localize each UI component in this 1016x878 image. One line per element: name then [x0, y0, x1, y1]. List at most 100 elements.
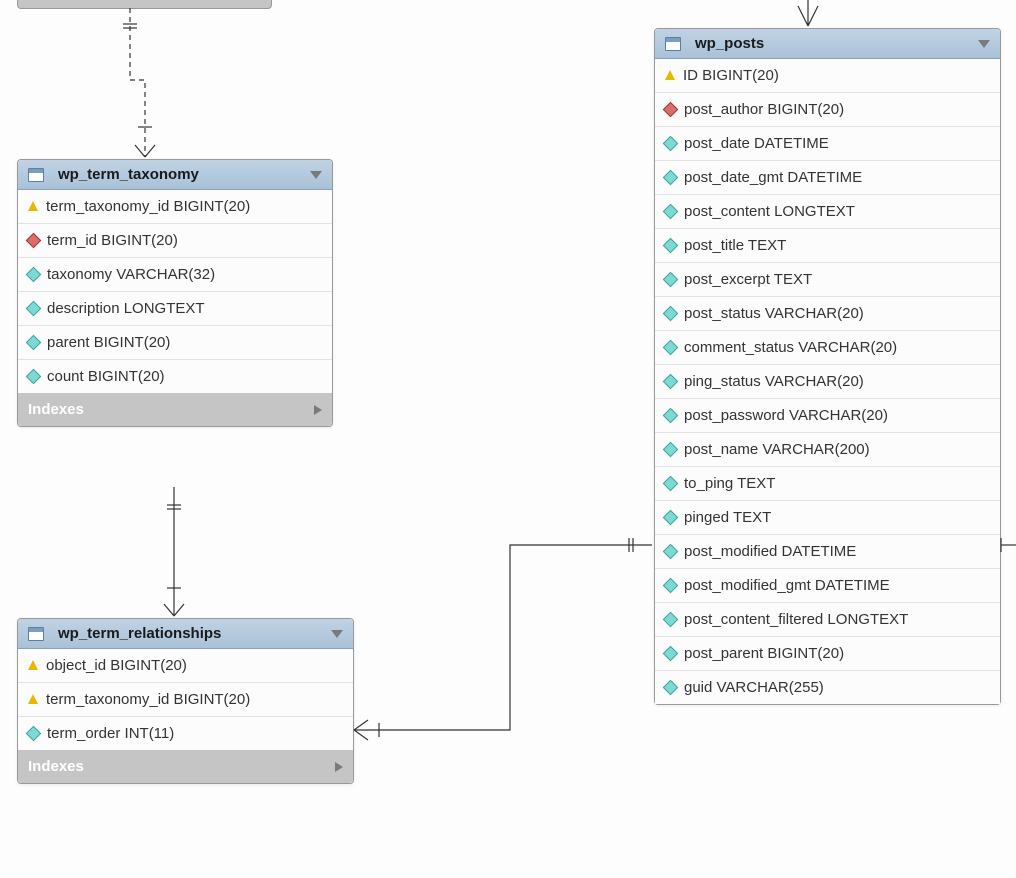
table-wp-term-relationships[interactable]: wp_term_relationships object_id BIGINT(2…	[17, 618, 354, 784]
column-label: ping_status VARCHAR(20)	[684, 373, 864, 390]
column-label: post_modified_gmt DATETIME	[684, 577, 890, 594]
column-label: post_content LONGTEXT	[684, 203, 855, 220]
table-icon	[665, 37, 681, 51]
column-label: term_id BIGINT(20)	[47, 232, 178, 249]
table-header[interactable]: wp_posts	[655, 29, 1000, 59]
column-row[interactable]: term_order INT(11)	[18, 717, 353, 750]
column-row[interactable]: post_title TEXT	[655, 229, 1000, 263]
column-row[interactable]: ID BIGINT(20)	[655, 59, 1000, 93]
column-row[interactable]: post_modified_gmt DATETIME	[655, 569, 1000, 603]
column-row[interactable]: taxonomy VARCHAR(32)	[18, 258, 332, 292]
table-wp-term-taxonomy[interactable]: wp_term_taxonomy term_taxonomy_id BIGINT…	[17, 159, 333, 427]
column-label: post_name VARCHAR(200)	[684, 441, 870, 458]
column-icon	[26, 301, 42, 317]
column-icon	[663, 408, 679, 424]
column-row[interactable]: post_password VARCHAR(20)	[655, 399, 1000, 433]
column-row[interactable]: description LONGTEXT	[18, 292, 332, 326]
column-row[interactable]: guid VARCHAR(255)	[655, 671, 1000, 704]
expand-icon[interactable]	[335, 762, 343, 772]
column-label: post_content_filtered LONGTEXT	[684, 611, 908, 628]
column-icon	[26, 726, 42, 742]
primary-key-icon	[28, 201, 38, 211]
column-icon	[663, 306, 679, 322]
column-row[interactable]: post_content_filtered LONGTEXT	[655, 603, 1000, 637]
column-label: post_title TEXT	[684, 237, 786, 254]
column-label: comment_status VARCHAR(20)	[684, 339, 897, 356]
column-icon	[663, 680, 679, 696]
column-label: post_status VARCHAR(20)	[684, 305, 864, 322]
column-label: object_id BIGINT(20)	[46, 657, 187, 674]
table-title: wp_term_relationships	[58, 625, 331, 642]
column-label: post_password VARCHAR(20)	[684, 407, 888, 424]
column-row[interactable]: post_excerpt TEXT	[655, 263, 1000, 297]
column-row[interactable]: comment_status VARCHAR(20)	[655, 331, 1000, 365]
indexes-row[interactable]: Indexes	[18, 750, 353, 783]
column-row[interactable]: post_author BIGINT(20)	[655, 93, 1000, 127]
column-label: description LONGTEXT	[47, 300, 205, 317]
column-icon	[663, 612, 679, 628]
column-row[interactable]: post_modified DATETIME	[655, 535, 1000, 569]
column-icon	[663, 510, 679, 526]
column-row[interactable]: term_taxonomy_id BIGINT(20)	[18, 190, 332, 224]
column-label: count BIGINT(20)	[47, 368, 165, 385]
column-icon	[663, 238, 679, 254]
column-row[interactable]: to_ping TEXT	[655, 467, 1000, 501]
expand-icon[interactable]	[314, 405, 322, 415]
column-label: post_author BIGINT(20)	[684, 101, 844, 118]
column-label: pinged TEXT	[684, 509, 771, 526]
column-label: parent BIGINT(20)	[47, 334, 170, 351]
column-row[interactable]: pinged TEXT	[655, 501, 1000, 535]
table-header[interactable]: wp_term_relationships	[18, 619, 353, 649]
column-row[interactable]: count BIGINT(20)	[18, 360, 332, 393]
column-icon	[663, 340, 679, 356]
collapse-icon[interactable]	[331, 630, 343, 638]
column-row[interactable]: post_name VARCHAR(200)	[655, 433, 1000, 467]
column-row[interactable]: ping_status VARCHAR(20)	[655, 365, 1000, 399]
column-icon	[663, 204, 679, 220]
column-label: term_taxonomy_id BIGINT(20)	[46, 198, 250, 215]
column-row[interactable]: post_parent BIGINT(20)	[655, 637, 1000, 671]
column-label: guid VARCHAR(255)	[684, 679, 824, 696]
column-row[interactable]: object_id BIGINT(20)	[18, 649, 353, 683]
indexes-label: Indexes	[28, 758, 84, 775]
column-icon	[663, 442, 679, 458]
collapse-icon[interactable]	[310, 171, 322, 179]
table-title: wp_posts	[695, 35, 978, 52]
column-row[interactable]: post_content LONGTEXT	[655, 195, 1000, 229]
column-label: taxonomy VARCHAR(32)	[47, 266, 215, 283]
column-icon	[26, 335, 42, 351]
indexes-label: Indexes	[28, 401, 84, 418]
column-row[interactable]: term_taxonomy_id BIGINT(20)	[18, 683, 353, 717]
primary-key-icon	[665, 70, 675, 80]
column-row[interactable]: post_status VARCHAR(20)	[655, 297, 1000, 331]
column-icon	[663, 374, 679, 390]
column-label: post_date DATETIME	[684, 135, 829, 152]
table-title: wp_term_taxonomy	[58, 166, 310, 183]
column-label: to_ping TEXT	[684, 475, 775, 492]
indexed-column-icon	[663, 102, 679, 118]
column-label: term_taxonomy_id BIGINT(20)	[46, 691, 250, 708]
column-label: post_modified DATETIME	[684, 543, 856, 560]
column-label: ID BIGINT(20)	[683, 67, 779, 84]
collapse-icon[interactable]	[978, 40, 990, 48]
table-icon	[28, 627, 44, 641]
partial-table-top	[17, 0, 272, 9]
column-label: post_date_gmt DATETIME	[684, 169, 862, 186]
column-icon	[26, 369, 42, 385]
table-header[interactable]: wp_term_taxonomy	[18, 160, 332, 190]
column-icon	[663, 544, 679, 560]
table-wp-posts[interactable]: wp_posts ID BIGINT(20) post_author BIGINT…	[654, 28, 1001, 705]
column-row[interactable]: post_date DATETIME	[655, 127, 1000, 161]
table-icon	[28, 168, 44, 182]
column-icon	[663, 578, 679, 594]
indexed-column-icon	[26, 233, 42, 249]
column-row[interactable]: term_id BIGINT(20)	[18, 224, 332, 258]
column-icon	[663, 170, 679, 186]
indexes-row[interactable]: Indexes	[18, 393, 332, 426]
primary-key-icon	[28, 660, 38, 670]
column-icon	[663, 476, 679, 492]
column-row[interactable]: parent BIGINT(20)	[18, 326, 332, 360]
column-icon	[663, 646, 679, 662]
column-icon	[663, 272, 679, 288]
column-row[interactable]: post_date_gmt DATETIME	[655, 161, 1000, 195]
